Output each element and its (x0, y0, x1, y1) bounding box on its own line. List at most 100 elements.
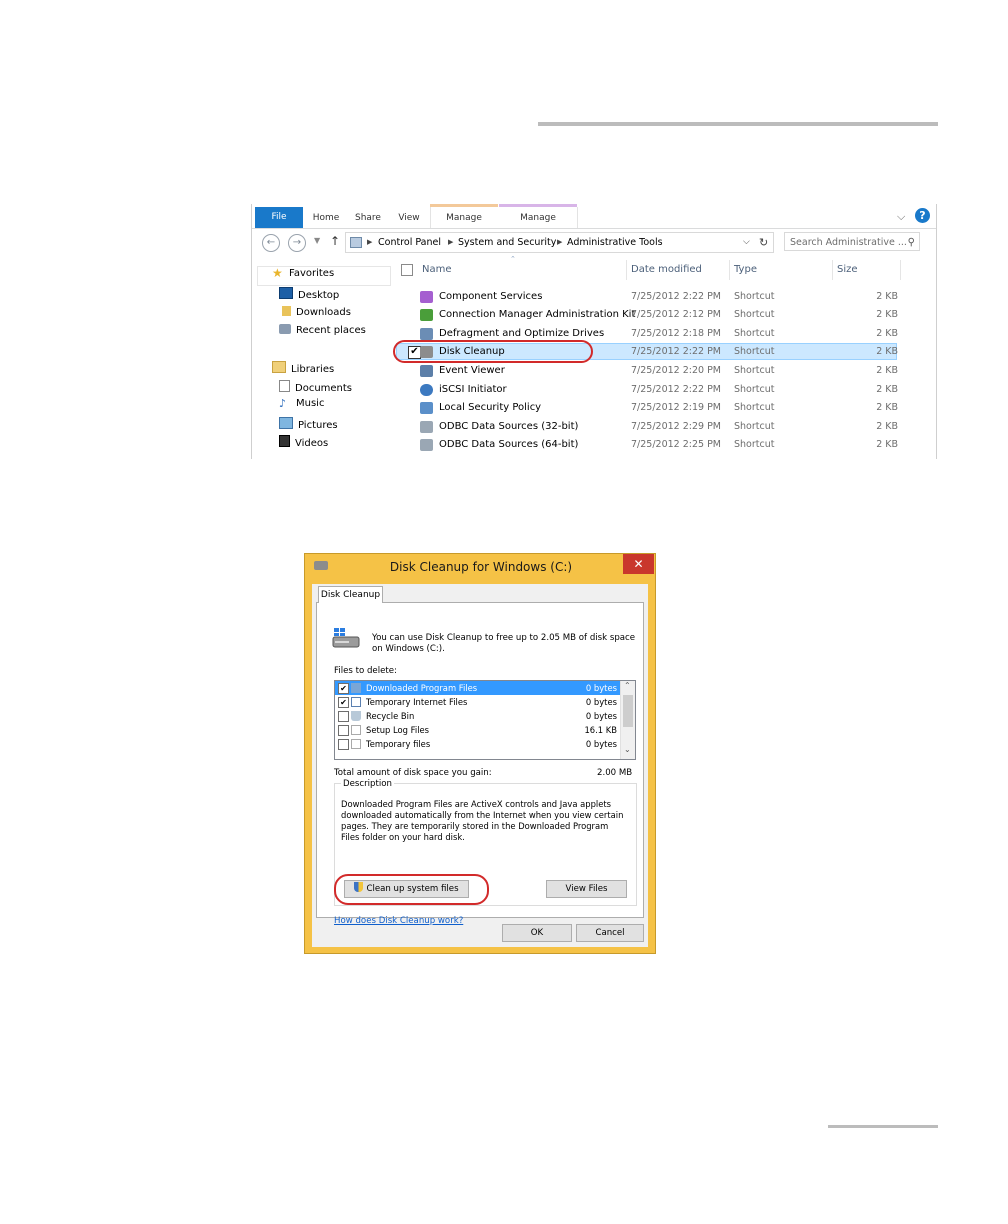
disk-cleanup-icon (332, 628, 360, 648)
nav-downloads[interactable]: Downloads (279, 306, 351, 318)
files-to-delete-label: Files to delete: (334, 666, 397, 676)
total-space-value: 2.00 MB (597, 768, 633, 778)
breadcrumb-control-panel[interactable]: Control Panel (378, 233, 441, 252)
nav-videos[interactable]: Videos (279, 435, 328, 449)
list-item[interactable]: ✔ Downloaded Program Files 0 bytes (335, 681, 621, 695)
internet-files-icon (351, 697, 361, 707)
up-icon[interactable]: ↑ (330, 234, 340, 248)
item-checkbox[interactable]: ✔ (338, 697, 349, 708)
ribbon: File Home Share View Manage Manage ⌵ ? (252, 204, 936, 229)
tab-view[interactable]: View (391, 207, 427, 228)
search-input[interactable]: Search Administrative ... ⚲ (784, 232, 920, 251)
nav-desktop[interactable]: Desktop (279, 287, 339, 301)
file-type: Shortcut (734, 291, 775, 302)
file-date: 7/25/2012 2:18 PM (631, 328, 722, 339)
help-link[interactable]: How does Disk Cleanup work? (334, 916, 463, 926)
file-type: Shortcut (734, 384, 775, 395)
list-item[interactable]: Setup Log Files 16.1 KB (335, 723, 621, 737)
ok-button[interactable]: OK (502, 924, 572, 942)
recent-locations-icon[interactable]: ▼ (314, 236, 320, 245)
nav-libraries[interactable]: Libraries (272, 361, 334, 375)
item-checkbox[interactable] (338, 739, 349, 750)
search-icon[interactable]: ⚲ (908, 233, 915, 252)
odbc-icon (420, 421, 433, 433)
music-icon: ♪ (279, 397, 287, 410)
file-type: Shortcut (734, 346, 775, 357)
breadcrumb-admin-tools[interactable]: Administrative Tools (567, 233, 663, 252)
nav-music[interactable]: ♪ Music (279, 398, 324, 409)
item-checkbox[interactable] (338, 725, 349, 736)
ribbon-expand-icon[interactable]: ⌵ (897, 210, 905, 224)
select-all-checkbox[interactable] (401, 264, 413, 276)
nav-recent-places[interactable]: Recent places (279, 324, 366, 336)
file-date: 7/25/2012 2:22 PM (631, 346, 722, 357)
description-label: Description (341, 779, 394, 789)
tab-share[interactable]: Share (349, 207, 387, 228)
recent-places-icon (279, 324, 291, 334)
breadcrumb-system-security[interactable]: System and Security (458, 233, 556, 252)
nav-documents[interactable]: Documents (279, 380, 352, 394)
view-files-button[interactable]: View Files (546, 880, 627, 898)
total-space-label: Total amount of disk space you gain: (334, 768, 492, 778)
file-icon (351, 739, 361, 749)
item-checkbox[interactable] (338, 711, 349, 722)
file-type: Shortcut (734, 365, 775, 376)
search-placeholder: Search Administrative ... (790, 237, 907, 248)
file-date: 7/25/2012 2:19 PM (631, 402, 722, 413)
file-type: Shortcut (734, 439, 775, 450)
cleanup-button-callout (334, 874, 489, 905)
file-date: 7/25/2012 2:22 PM (631, 291, 722, 302)
tab-manage-app[interactable]: Manage (501, 207, 575, 228)
address-field[interactable]: ▶ Control Panel ▶ System and Security ▶ … (345, 232, 774, 253)
intro-text: You can use Disk Cleanup to free up to 2… (372, 633, 636, 654)
item-checkbox[interactable]: ✔ (338, 683, 349, 694)
file-size: 2 KB (876, 346, 898, 357)
scroll-thumb[interactable] (623, 695, 633, 727)
file-size: 2 KB (876, 291, 898, 302)
forward-icon[interactable]: → (288, 234, 306, 252)
disk-cleanup-dialog: Disk Cleanup for Windows (C:) ✕ Disk Cle… (304, 553, 656, 954)
footer-rule (828, 1125, 938, 1128)
documents-icon (279, 380, 290, 392)
nav-pictures[interactable]: Pictures (279, 417, 338, 431)
breadcrumb-chevron-icon[interactable]: ▶ (448, 233, 453, 252)
list-item[interactable]: Temporary files 0 bytes (335, 737, 621, 751)
iscsi-initiator-icon (420, 384, 433, 396)
column-date-modified[interactable]: Date modified (631, 260, 702, 280)
star-icon: ★ (272, 266, 283, 280)
libraries-icon (272, 361, 286, 373)
refresh-icon[interactable]: ↻ (759, 233, 768, 252)
breadcrumb-chevron-icon[interactable]: ▶ (557, 233, 562, 252)
tab-panel: You can use Disk Cleanup to free up to 2… (316, 602, 644, 926)
list-item[interactable]: ✔ Temporary Internet Files 0 bytes (335, 695, 621, 709)
files-list[interactable]: ✔ Downloaded Program Files 0 bytes ✔ Tem… (334, 680, 636, 760)
list-item[interactable]: Recycle Bin 0 bytes (335, 709, 621, 723)
dialog-title: Disk Cleanup for Windows (C:) (389, 560, 573, 574)
tab-home[interactable]: Home (307, 207, 345, 228)
description-text: Downloaded Program Files are ActiveX con… (341, 799, 624, 842)
breadcrumb-chevron-icon[interactable]: ▶ (367, 233, 372, 252)
tab-disk-cleanup[interactable]: Disk Cleanup (318, 586, 383, 603)
nav-favorites[interactable]: ★ Favorites (272, 266, 334, 280)
column-type[interactable]: Type (734, 260, 757, 280)
odbc-icon (420, 439, 433, 451)
help-icon[interactable]: ? (915, 208, 930, 223)
close-button[interactable]: ✕ (623, 554, 654, 574)
downloads-icon (282, 306, 291, 316)
tab-manage-shortcut[interactable]: Manage (432, 207, 496, 228)
back-icon[interactable]: ← (262, 234, 280, 252)
scroll-down-icon[interactable]: ⌄ (624, 745, 631, 754)
list-scrollbar[interactable]: ⌃ ⌄ (620, 681, 635, 759)
column-name[interactable]: Name (422, 260, 452, 280)
program-files-icon (351, 683, 361, 693)
column-size[interactable]: Size (837, 260, 858, 280)
chevron-down-icon[interactable]: ⌵ (743, 233, 750, 252)
file-date: 7/25/2012 2:12 PM (631, 309, 722, 320)
control-panel-icon (350, 237, 362, 248)
scroll-up-icon[interactable]: ⌃ (624, 681, 631, 690)
file-icon (351, 725, 361, 735)
tab-file[interactable]: File (255, 207, 303, 228)
file-size: 2 KB (876, 365, 898, 376)
cancel-button[interactable]: Cancel (576, 924, 644, 942)
file-type: Shortcut (734, 309, 775, 320)
